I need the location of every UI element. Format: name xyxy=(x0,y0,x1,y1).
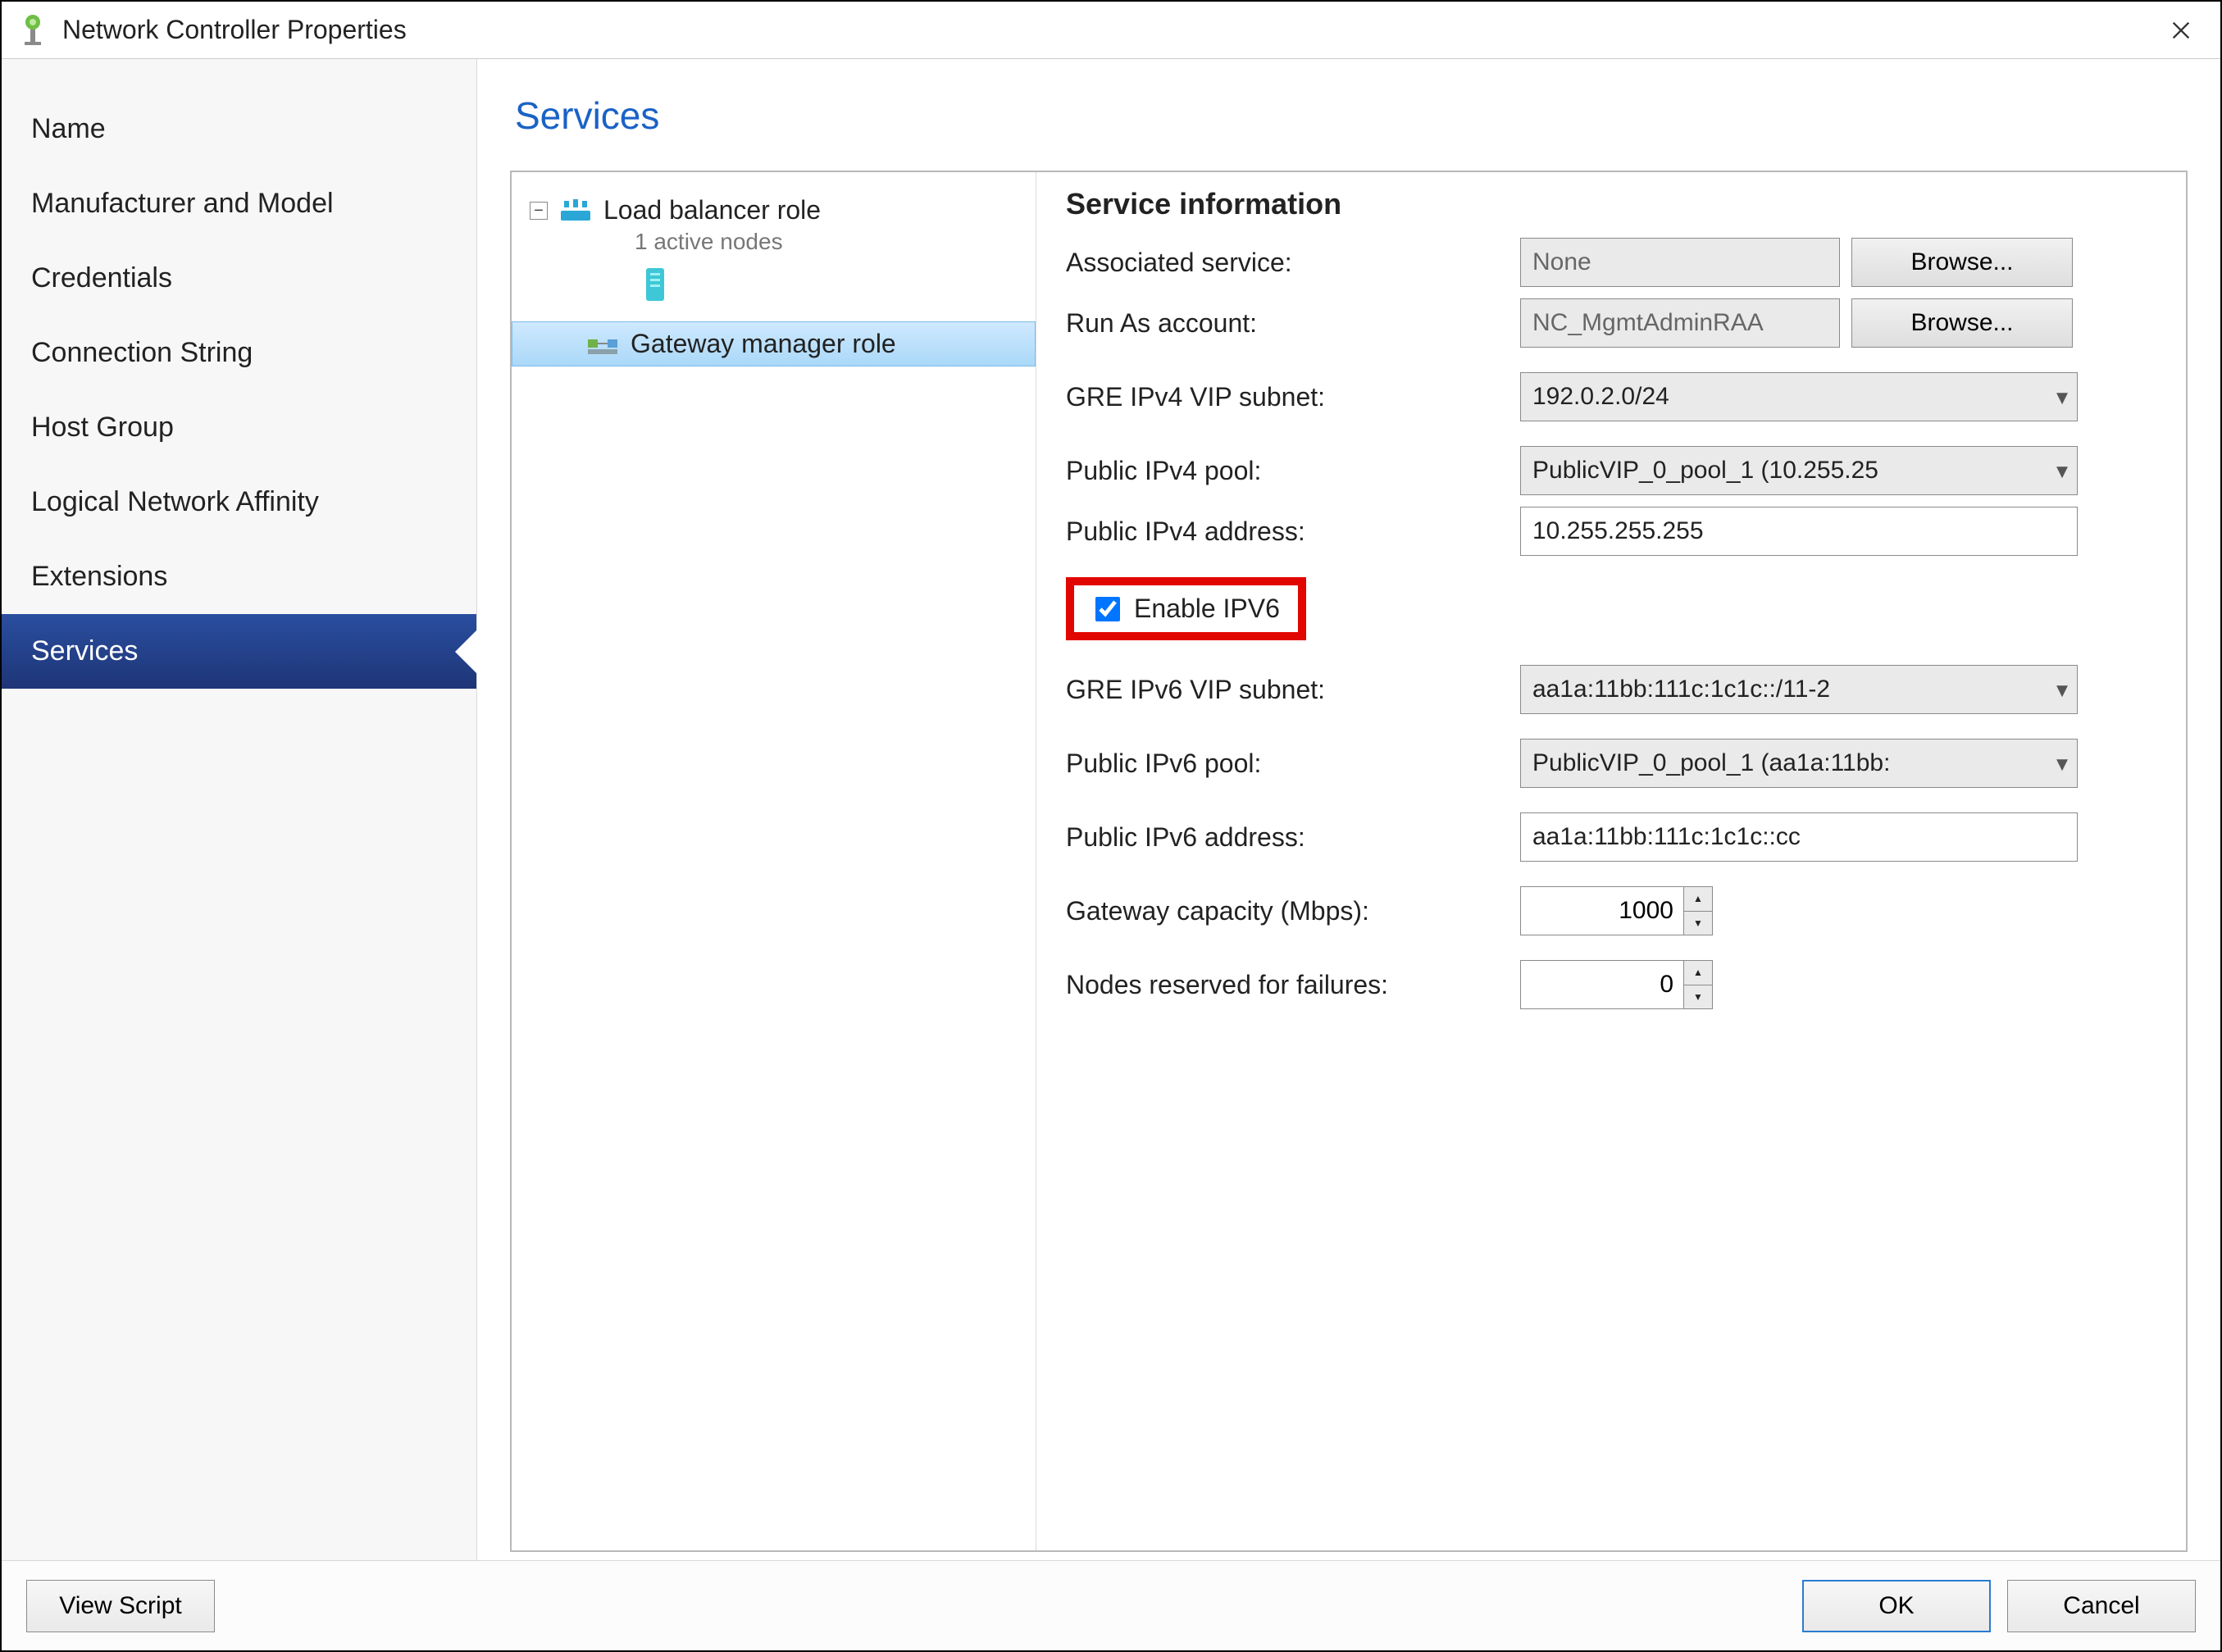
tree-item-load-balancer[interactable]: − Load balancer role xyxy=(512,189,1036,232)
enable-ipv6-checkbox[interactable] xyxy=(1095,597,1120,621)
ok-button[interactable]: OK xyxy=(1802,1580,1991,1632)
nodes-reserved-input[interactable] xyxy=(1520,960,1684,1009)
spinner-down-icon[interactable]: ▼ xyxy=(1684,912,1712,935)
services-panel: − Load balancer role 1 active nodes xyxy=(510,171,2188,1552)
label-gre-ipv6: GRE IPv6 VIP subnet: xyxy=(1066,675,1509,705)
associated-service-browse-button[interactable]: Browse... xyxy=(1851,238,2073,287)
label-nodes-reserved: Nodes reserved for failures: xyxy=(1066,970,1509,1000)
service-info-form: Service information Associated service: … xyxy=(1036,172,2186,1550)
page-title: Services xyxy=(515,93,2188,138)
tree-item-gateway-manager[interactable]: Gateway manager role xyxy=(512,321,1036,366)
sidebar-item-credentials[interactable]: Credentials xyxy=(2,241,476,316)
gre-ipv4-select[interactable] xyxy=(1520,372,2078,421)
label-gateway-capacity: Gateway capacity (Mbps): xyxy=(1066,896,1509,926)
enable-ipv6-label: Enable IPV6 xyxy=(1134,594,1280,624)
view-script-button[interactable]: View Script xyxy=(26,1580,215,1632)
run-as-browse-button[interactable]: Browse... xyxy=(1851,298,2073,348)
sidebar: Name Manufacturer and Model Credentials … xyxy=(2,59,477,1560)
sidebar-item-name[interactable]: Name xyxy=(2,92,476,166)
gateway-capacity-stepper[interactable]: ▲ ▼ xyxy=(1684,886,1713,935)
public-ipv6-pool-select[interactable] xyxy=(1520,739,2078,788)
run-as-field xyxy=(1520,298,1840,348)
nodes-reserved-stepper[interactable]: ▲ ▼ xyxy=(1684,960,1713,1009)
tree-item-label: Gateway manager role xyxy=(631,329,896,359)
label-associated-service: Associated service: xyxy=(1066,248,1509,278)
titlebar: Network Controller Properties xyxy=(2,2,2220,59)
label-public-ipv4-address: Public IPv4 address: xyxy=(1066,517,1509,547)
label-public-ipv6-address: Public IPv6 address: xyxy=(1066,822,1509,853)
spinner-up-icon[interactable]: ▲ xyxy=(1684,961,1712,985)
sidebar-item-connection-string[interactable]: Connection String xyxy=(2,316,476,390)
window-title: Network Controller Properties xyxy=(62,15,407,45)
tree-item-label: Load balancer role xyxy=(603,195,821,225)
spinner-down-icon[interactable]: ▼ xyxy=(1684,985,1712,1009)
sidebar-item-services[interactable]: Services xyxy=(2,614,476,689)
sidebar-item-logical-network-affinity[interactable]: Logical Network Affinity xyxy=(2,465,476,539)
public-ipv4-pool-select[interactable] xyxy=(1520,446,2078,495)
label-public-ipv6-pool: Public IPv6 pool: xyxy=(1066,749,1509,779)
section-heading: Service information xyxy=(1066,187,2153,221)
tree-item-subtitle: 1 active nodes xyxy=(512,229,1036,255)
gre-ipv6-select[interactable] xyxy=(1520,665,2078,714)
sidebar-item-manufacturer[interactable]: Manufacturer and Model xyxy=(2,166,476,241)
gateway-capacity-input[interactable] xyxy=(1520,886,1684,935)
associated-service-field xyxy=(1520,238,1840,287)
app-icon xyxy=(16,14,49,47)
close-icon xyxy=(2170,19,2192,42)
gateway-icon xyxy=(586,331,619,357)
sidebar-item-extensions[interactable]: Extensions xyxy=(2,539,476,614)
child-node-icon[interactable] xyxy=(512,266,1036,308)
role-tree: − Load balancer role 1 active nodes xyxy=(512,172,1036,1550)
spinner-up-icon[interactable]: ▲ xyxy=(1684,887,1712,912)
public-ipv4-address-input[interactable] xyxy=(1520,507,2078,556)
load-balancer-icon xyxy=(559,198,592,224)
enable-ipv6-highlight: Enable IPV6 xyxy=(1066,577,1306,640)
collapse-icon[interactable]: − xyxy=(530,202,548,220)
window: Network Controller Properties Name Manuf… xyxy=(0,0,2222,1652)
label-public-ipv4-pool: Public IPv4 pool: xyxy=(1066,456,1509,486)
close-button[interactable] xyxy=(2156,6,2206,55)
sidebar-item-host-group[interactable]: Host Group xyxy=(2,390,476,465)
public-ipv6-address-input[interactable] xyxy=(1520,812,2078,862)
cancel-button[interactable]: Cancel xyxy=(2007,1580,2196,1632)
label-gre-ipv4: GRE IPv4 VIP subnet: xyxy=(1066,382,1509,412)
main: Services − Load balancer xyxy=(477,59,2220,1560)
bottom-bar: View Script OK Cancel xyxy=(2,1560,2220,1650)
label-run-as: Run As account: xyxy=(1066,308,1509,339)
